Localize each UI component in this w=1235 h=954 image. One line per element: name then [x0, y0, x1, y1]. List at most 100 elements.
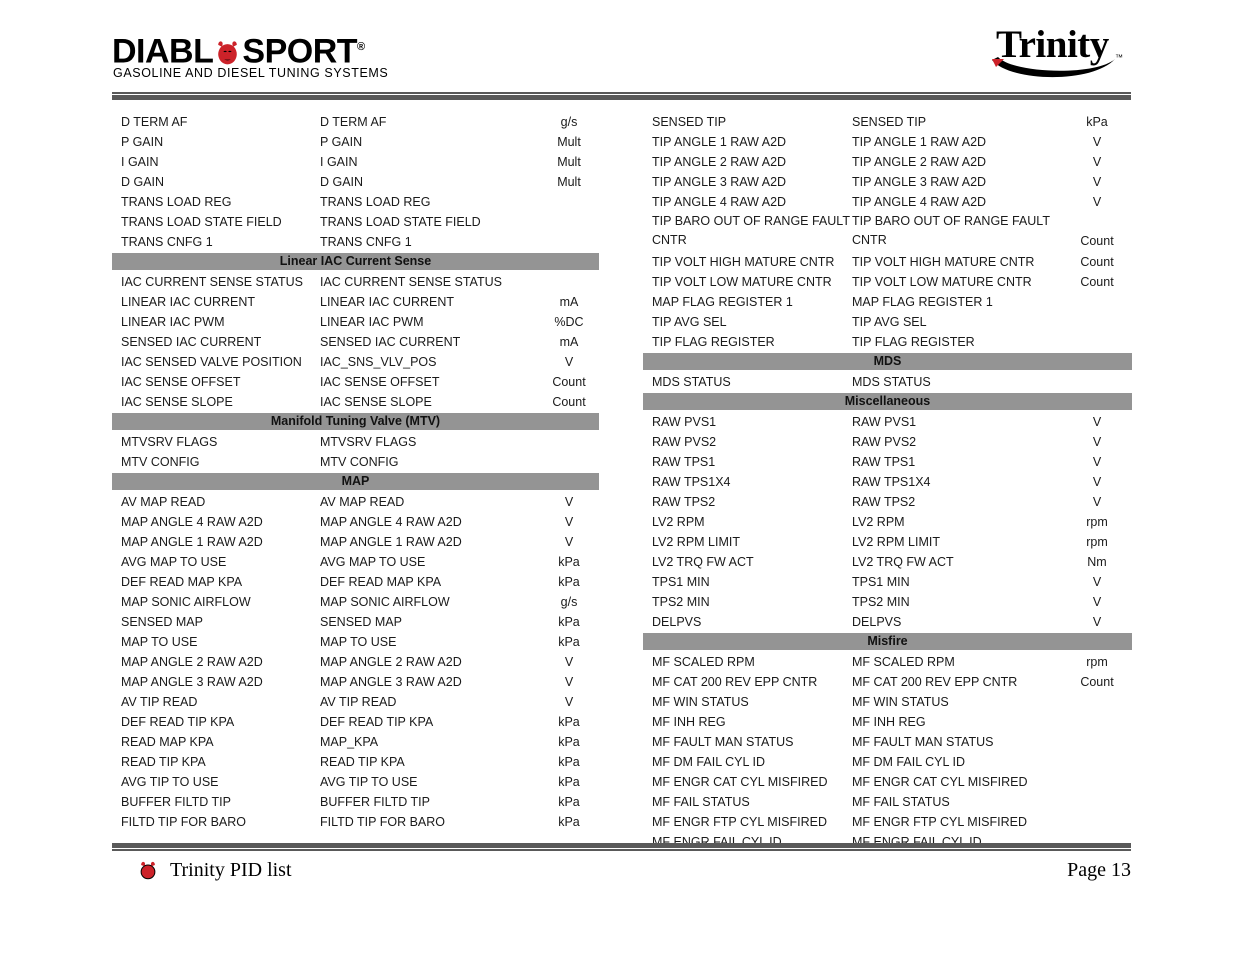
diablosport-wordmark: DIABL SPORT®	[112, 28, 412, 70]
table-row: RAW PVS2 RAW PVS2 V	[643, 432, 1132, 452]
pid-alias-cell: AVG TIP TO USE	[320, 775, 418, 789]
pid-name-cell: BUFFER FILTD TIP	[121, 795, 231, 809]
pid-name-cell: D GAIN	[121, 175, 165, 189]
pid-name-cell: READ TIP KPA	[121, 755, 206, 769]
pid-unit-cell: kPa	[558, 575, 580, 589]
pid-alias-cell: TIP BARO OUT OF RANGE FAULT CNTR	[852, 214, 1050, 247]
trinity-swoosh-icon	[992, 57, 1115, 78]
table-row: IAC SENSED VALVE POSITION IAC_SNS_VLV_POS…	[112, 352, 599, 372]
pid-alias-cell: TIP AVG SEL	[852, 315, 927, 329]
pid-name-cell: SENSED IAC CURRENT	[121, 335, 262, 349]
pid-unit-cell: V	[1092, 415, 1102, 429]
footer-rule-thick	[112, 843, 1131, 848]
pid-unit-cell: V	[564, 675, 574, 689]
table-row: SENSED MAP SENSED MAP kPa	[112, 612, 599, 632]
header-rule-thick	[112, 95, 1131, 100]
pid-alias-cell: MAP FLAG REGISTER 1	[852, 295, 993, 309]
pid-alias-cell: READ TIP KPA	[320, 755, 405, 769]
table-row: MF INH REG MF INH REG	[643, 712, 1132, 732]
pid-name-cell: TIP BARO OUT OF RANGE FAULT CNTR	[652, 214, 850, 247]
pid-alias-cell: D TERM AF	[320, 115, 387, 129]
pid-unit-cell: V	[1092, 495, 1102, 509]
pid-unit-cell: V	[564, 495, 574, 509]
pid-unit-cell: kPa	[558, 755, 580, 769]
table-row: MAP ANGLE 3 RAW A2D MAP ANGLE 3 RAW A2D V	[112, 672, 599, 692]
pid-name-cell: MAP FLAG REGISTER 1	[652, 295, 793, 309]
pid-name-cell: MTVSRV FLAGS	[121, 435, 218, 449]
table-row: D TERM AF D TERM AF g/s	[112, 112, 599, 132]
pid-alias-cell: TIP VOLT LOW MATURE CNTR	[852, 275, 1032, 289]
pid-name-cell: AVG MAP TO USE	[121, 555, 227, 569]
pid-name-cell: LV2 RPM LIMIT	[652, 535, 740, 549]
pid-name-cell: MF FAIL STATUS	[652, 795, 750, 809]
pid-name-cell: MF DM FAIL CYL ID	[652, 755, 765, 769]
pid-alias-cell: MF WIN STATUS	[852, 695, 949, 709]
pid-name-cell: MAP SONIC AIRFLOW	[121, 595, 251, 609]
footer-title: Trinity PID list	[170, 859, 292, 881]
table-row: MAP TO USE MAP TO USE kPa	[112, 632, 599, 652]
table-row: MTV CONFIG MTV CONFIG	[112, 452, 599, 472]
pid-name-cell: LV2 RPM	[652, 515, 705, 529]
table-row: DELPVS DELPVS V	[643, 612, 1132, 632]
table-row: P GAIN P GAIN Mult	[112, 132, 599, 152]
page-header: DIABL SPORT® GASOLINE AND DIESEL TUNING …	[0, 0, 1235, 100]
pid-name-cell: SENSED MAP	[121, 615, 203, 629]
pid-unit-cell: kPa	[558, 555, 580, 569]
pid-unit-cell: kPa	[558, 815, 580, 829]
table-row: MAP SONIC AIRFLOW MAP SONIC AIRFLOW g/s	[112, 592, 599, 612]
pid-alias-cell: AVG MAP TO USE	[320, 555, 426, 569]
pid-alias-cell: MF ENGR FTP CYL MISFIRED	[852, 815, 1028, 829]
pid-name-cell: LINEAR IAC PWM	[121, 315, 225, 329]
pid-unit-cell: kPa	[558, 715, 580, 729]
pid-alias-cell: MDS STATUS	[852, 375, 931, 389]
header-rule-thin	[112, 92, 1131, 94]
diablosport-tagline: GASOLINE AND DIESEL TUNING SYSTEMS	[113, 66, 389, 80]
pid-unit-cell: V	[564, 535, 574, 549]
section-header-band: Miscellaneous	[643, 393, 1132, 410]
table-row: LV2 TRQ FW ACT LV2 TRQ FW ACT Nm	[643, 552, 1132, 572]
pid-name-cell: MAP ANGLE 3 RAW A2D	[121, 675, 263, 689]
pid-name-cell: TIP ANGLE 1 RAW A2D	[652, 135, 787, 149]
pid-unit-cell: V	[1092, 475, 1102, 489]
table-row: BUFFER FILTD TIP BUFFER FILTD TIP kPa	[112, 792, 599, 812]
table-row: D GAIN D GAIN Mult	[112, 172, 599, 192]
table-row: RAW TPS1X4 RAW TPS1X4 V	[643, 472, 1132, 492]
pid-alias-cell: RAW PVS1	[852, 415, 917, 429]
devil-head-icon	[140, 861, 156, 880]
pid-name-cell: TIP VOLT HIGH MATURE CNTR	[652, 255, 835, 269]
table-row: DEF READ MAP KPA DEF READ MAP KPA kPa	[112, 572, 599, 592]
pid-name-cell: MDS STATUS	[652, 375, 731, 389]
pid-name-cell: IAC SENSE SLOPE	[121, 395, 233, 409]
pid-unit-cell: mA	[559, 295, 579, 309]
pid-name-cell: LINEAR IAC CURRENT	[121, 295, 256, 309]
table-row: LINEAR IAC PWM LINEAR IAC PWM %DC	[112, 312, 599, 332]
table-row: IAC SENSE SLOPE IAC SENSE SLOPE Count	[112, 392, 599, 412]
table-row: IAC SENSE OFFSET IAC SENSE OFFSET Count	[112, 372, 599, 392]
pid-unit-cell: V	[564, 655, 574, 669]
pid-unit-cell: rpm	[1086, 515, 1108, 529]
pid-name-cell: IAC SENSE OFFSET	[121, 375, 241, 389]
table-row: TPS2 MIN TPS2 MIN V	[643, 592, 1132, 612]
pid-alias-cell: MAP ANGLE 3 RAW A2D	[320, 675, 462, 689]
pid-unit-cell: Mult	[557, 135, 581, 149]
pid-name-cell: RAW PVS2	[652, 435, 717, 449]
table-row: MAP ANGLE 1 RAW A2D MAP ANGLE 1 RAW A2D V	[112, 532, 599, 552]
pid-alias-cell: SENSED IAC CURRENT	[320, 335, 461, 349]
table-row: MF CAT 200 REV EPP CNTR MF CAT 200 REV EP…	[643, 672, 1132, 692]
pid-name-cell: DELPVS	[652, 615, 702, 629]
pid-alias-cell: MAP SONIC AIRFLOW	[320, 595, 450, 609]
diablosport-logo: DIABL SPORT® GASOLINE AND DIESEL TUNING …	[112, 28, 412, 84]
pid-unit-cell: kPa	[558, 735, 580, 749]
pid-alias-cell: TRANS CNFG 1	[320, 235, 412, 249]
table-row: AVG TIP TO USE AVG TIP TO USE kPa	[112, 772, 599, 792]
pid-name-cell: TIP FLAG REGISTER	[652, 335, 775, 349]
pid-unit-cell: V	[1092, 195, 1102, 209]
table-row: RAW PVS1 RAW PVS1 V	[643, 412, 1132, 432]
pid-unit-cell: Count	[1080, 234, 1114, 248]
table-row: LV2 RPM LIMIT LV2 RPM LIMIT rpm	[643, 532, 1132, 552]
pid-alias-cell: LINEAR IAC CURRENT	[320, 295, 455, 309]
pid-name-cell: MF ENGR CAT CYL MISFIRED	[652, 775, 828, 789]
pid-name-cell: RAW PVS1	[652, 415, 717, 429]
pid-name-cell: AV MAP READ	[121, 495, 206, 509]
pid-alias-cell: SENSED TIP	[852, 115, 927, 129]
